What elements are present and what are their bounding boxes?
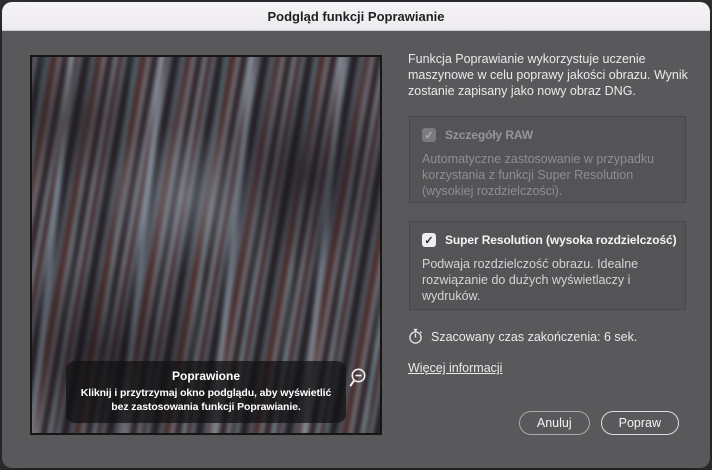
preview-info-badge: Poprawione Kliknij i przytrzymaj okno po… [66,361,346,423]
badge-instruction-line1: Kliknij i przytrzymaj okno podglądu, aby… [72,386,340,400]
enhance-preview-dialog: Podgląd funkcji Poprawianie Poprawione K… [2,2,710,468]
raw-details-checkbox-checked-icon: ✓ [422,128,436,142]
raw-details-label: Szczegóły RAW [445,128,533,142]
dialog-actions: Anuluj Popraw [519,411,679,435]
raw-details-description: Automatyczne zastosowanie w przypadku ko… [422,151,675,199]
estimated-time-text: Szacowany czas zakończenia: 6 sek. [431,330,637,344]
super-resolution-group: ✓ Super Resolution (wysoka rozdzielczość… [409,221,686,310]
raw-details-group: ✓ Szczegóły RAW Automatyczne zastosowani… [409,116,686,203]
raw-details-row: ✓ Szczegóły RAW [422,128,675,142]
super-resolution-row[interactable]: ✓ Super Resolution (wysoka rozdzielczość… [422,233,675,247]
enhance-button[interactable]: Popraw [601,411,679,435]
badge-instruction-line2: bez zastosowania funkcji Poprawianie. [72,400,340,414]
enhance-preview-image[interactable]: Poprawione Kliknij i przytrzymaj okno po… [30,55,382,435]
dialog-title: Podgląd funkcji Poprawianie [268,9,445,24]
dialog-description: Funkcja Poprawianie wykorzystuje uczenie… [408,51,706,99]
super-resolution-label[interactable]: Super Resolution (wysoka rozdzielczość) [445,233,676,247]
dialog-titlebar: Podgląd funkcji Poprawianie [2,2,710,31]
stopwatch-icon [408,328,423,345]
cancel-button[interactable]: Anuluj [519,411,590,435]
badge-title: Poprawione [72,369,340,383]
zoom-out-icon[interactable] [346,367,368,391]
super-resolution-checkbox-checked-icon[interactable]: ✓ [422,233,436,247]
super-resolution-description: Podwaja rozdzielczość obrazu. Idealne ro… [422,256,675,304]
more-info-link[interactable]: Więcej informacji [408,361,502,375]
estimated-time-row: Szacowany czas zakończenia: 6 sek. [408,328,637,345]
